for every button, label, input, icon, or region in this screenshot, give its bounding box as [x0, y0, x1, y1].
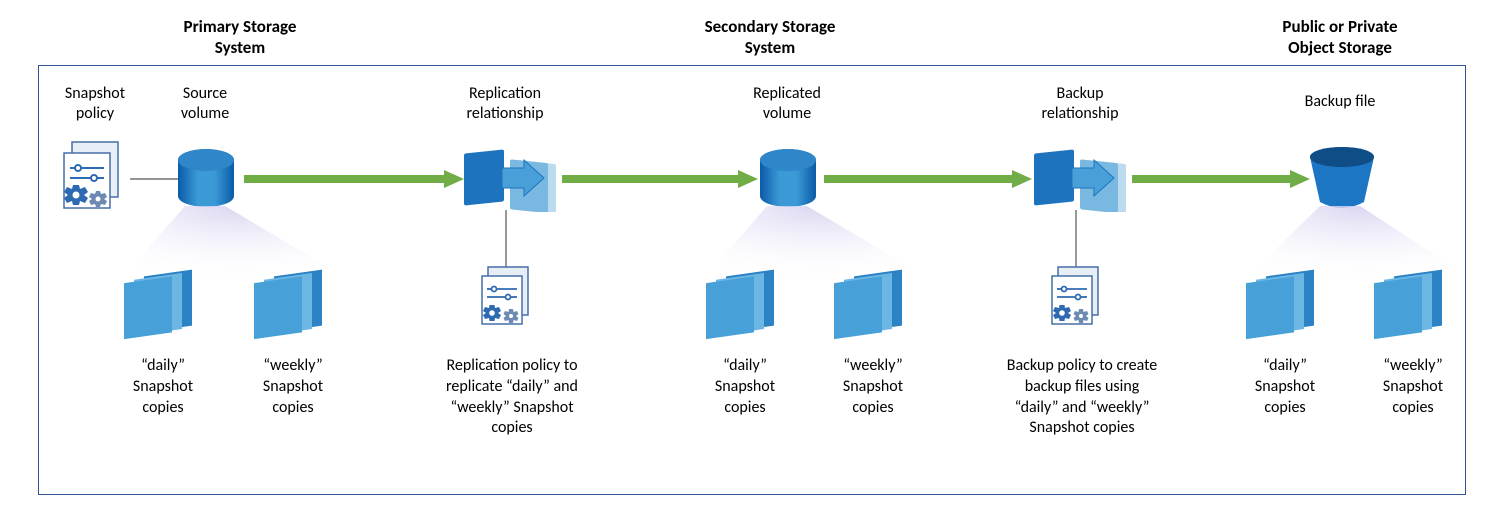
caption-weekly: “weekly” Snapshot copies — [238, 356, 348, 418]
relationship-icon — [1030, 148, 1130, 212]
folder-stack-icon — [828, 264, 918, 340]
folder-stack-icon — [1240, 264, 1330, 340]
policy-icon — [1048, 265, 1108, 331]
label-source-volume: Source volume — [150, 84, 260, 124]
caption-daily: “daily” Snapshot copies — [108, 356, 218, 418]
label-replication-relationship: Replication relationship — [430, 84, 580, 124]
caption-backup-policy: Backup policy to create backup files usi… — [982, 356, 1182, 439]
folder-stack-icon — [700, 264, 790, 340]
connector-line — [130, 176, 180, 182]
bucket-icon — [1308, 146, 1376, 210]
arrow-icon — [1132, 170, 1310, 188]
connector-line — [504, 210, 508, 270]
caption-weekly: “weekly” Snapshot copies — [1358, 356, 1468, 418]
policy-icon — [60, 140, 130, 215]
arrow-icon — [244, 170, 464, 188]
title-secondary: Secondary Storage System — [640, 16, 900, 59]
connector-line — [1074, 210, 1078, 270]
relationship-icon — [460, 148, 560, 212]
cylinder-icon — [758, 148, 818, 210]
label-backup-file: Backup file — [1260, 92, 1420, 112]
caption-weekly: “weekly” Snapshot copies — [818, 356, 928, 418]
policy-icon — [478, 265, 538, 331]
caption-replication-policy: Replication policy to replicate “daily” … — [418, 356, 606, 439]
arrow-icon — [824, 170, 1032, 188]
label-backup-relationship: Backup relationship — [1005, 84, 1155, 124]
folder-stack-icon — [1368, 264, 1458, 340]
cylinder-icon — [176, 148, 236, 210]
arrow-icon — [562, 170, 758, 188]
folder-stack-icon — [118, 264, 208, 340]
label-snapshot-policy: Snapshot policy — [40, 84, 150, 124]
title-object: Public or Private Object Storage — [1225, 16, 1455, 59]
label-replicated-volume: Replicated volume — [722, 84, 852, 124]
caption-daily: “daily” Snapshot copies — [1230, 356, 1340, 418]
folder-stack-icon — [248, 264, 338, 340]
caption-daily: “daily” Snapshot copies — [690, 356, 800, 418]
title-primary: Primary Storage System — [120, 16, 360, 59]
